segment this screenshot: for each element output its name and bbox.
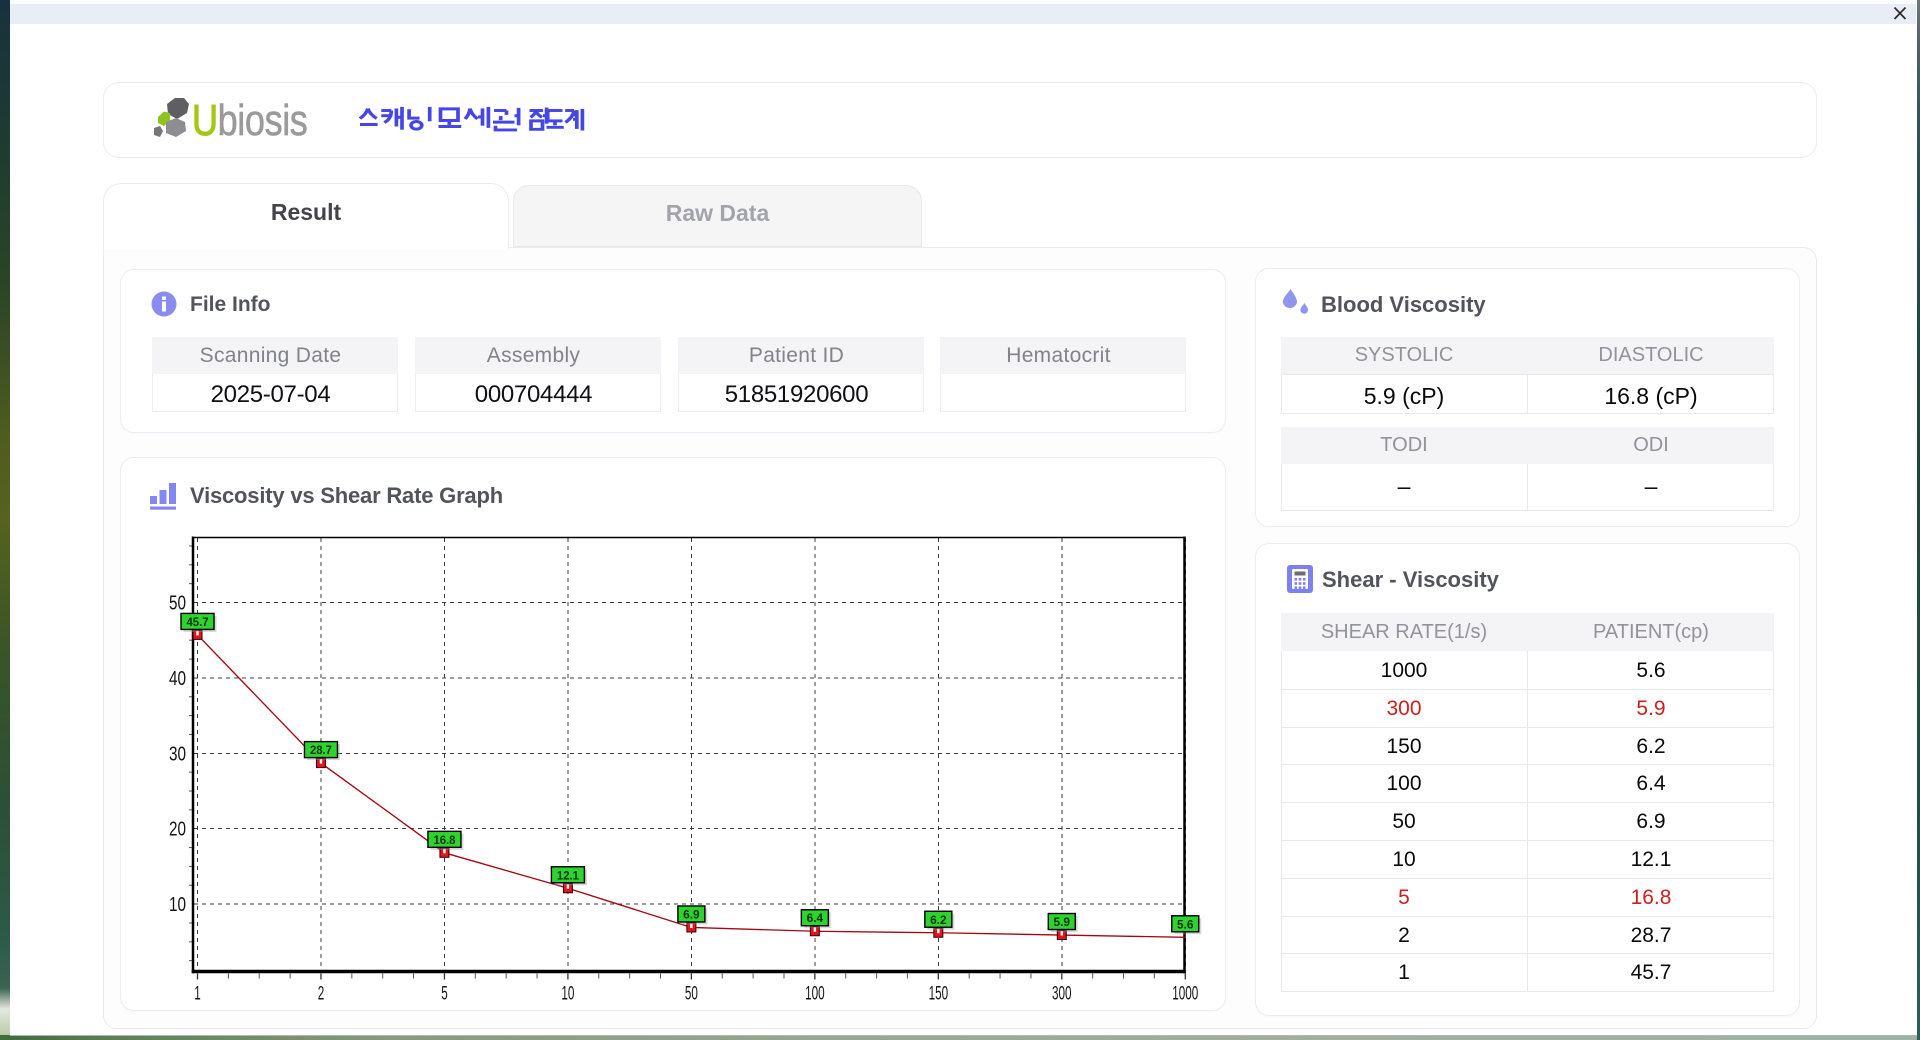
svg-text:1: 1 [194, 984, 201, 1001]
svg-text:50: 50 [169, 593, 186, 615]
svg-text:5: 5 [441, 984, 448, 1001]
svg-text:10: 10 [561, 984, 574, 1001]
svg-text:40: 40 [169, 668, 186, 690]
svg-text:20: 20 [169, 819, 186, 841]
svg-text:1000: 1000 [1172, 984, 1198, 1001]
svg-text:12.1: 12.1 [557, 868, 579, 882]
svg-text:300: 300 [1052, 984, 1072, 1001]
svg-text:5.9: 5.9 [1054, 915, 1071, 929]
svg-text:100: 100 [805, 984, 825, 1001]
svg-text:5.6: 5.6 [1177, 917, 1194, 931]
svg-text:150: 150 [929, 984, 949, 1001]
svg-text:6.4: 6.4 [807, 911, 824, 925]
svg-text:6.2: 6.2 [930, 913, 947, 927]
svg-text:10: 10 [169, 894, 186, 916]
svg-text:28.7: 28.7 [310, 743, 332, 757]
svg-text:16.8: 16.8 [433, 833, 455, 847]
svg-text:2: 2 [318, 984, 325, 1001]
svg-text:50: 50 [685, 984, 698, 1001]
svg-text:30: 30 [169, 743, 186, 765]
svg-text:45.7: 45.7 [187, 615, 209, 629]
svg-text:6.9: 6.9 [683, 907, 700, 921]
